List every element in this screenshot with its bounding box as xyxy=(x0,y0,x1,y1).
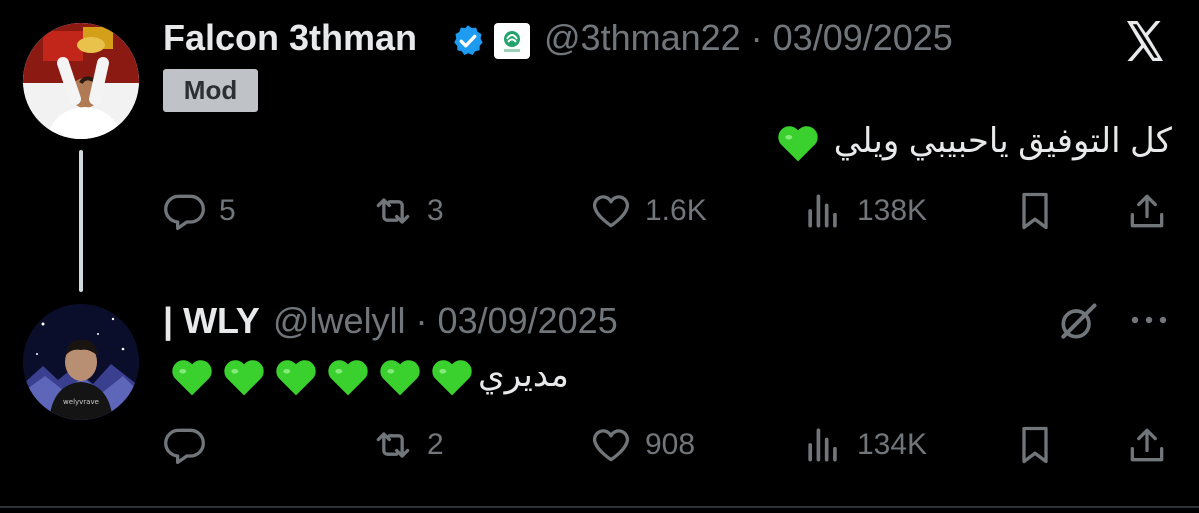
bookmark-button[interactable] xyxy=(1013,420,1057,470)
repost-icon xyxy=(376,198,410,224)
repost-count: 2 xyxy=(427,428,444,461)
handle-and-date[interactable]: @3thman22 · 03/09/2025 xyxy=(544,17,953,59)
tweet-text: مديري xyxy=(166,354,569,400)
reply-icon xyxy=(164,194,205,231)
views-count: 138K xyxy=(857,194,928,227)
reply-button[interactable]: 5 xyxy=(163,186,236,236)
avatar-image-falcon xyxy=(23,23,139,139)
thread-connector-line xyxy=(79,150,83,292)
verified-badge-icon xyxy=(454,25,483,55)
affiliate-badge-icon[interactable] xyxy=(494,23,530,59)
like-button[interactable]: 1.6K xyxy=(589,186,707,236)
reply-icon xyxy=(164,428,205,465)
handle-and-date[interactable]: @lwelyll · 03/09/2025 xyxy=(273,300,618,342)
like-button[interactable]: 908 xyxy=(589,420,695,470)
svg-text:welyvrave: welyvrave xyxy=(63,398,99,406)
green-heart-emoji xyxy=(380,360,420,396)
action-bar: 5 3 1.6K 138K xyxy=(163,186,1173,236)
avatar[interactable] xyxy=(23,23,139,139)
reply-count: 5 xyxy=(219,194,236,227)
avatar-image-wly: welyvrave xyxy=(23,304,139,420)
mod-tag: Mod xyxy=(163,69,258,112)
green-heart-emoji xyxy=(328,360,368,396)
tweet-text-content: كل التوفيق ياحبيبي ويلي xyxy=(833,121,1172,160)
reply-button[interactable] xyxy=(163,420,219,470)
like-icon xyxy=(592,429,630,462)
repost-button[interactable]: 3 xyxy=(371,186,444,236)
bookmark-icon xyxy=(1022,426,1048,464)
repost-icon xyxy=(376,432,410,458)
grok-icon[interactable] xyxy=(1056,300,1100,344)
green-heart-emoji xyxy=(224,360,264,396)
green-heart-emoji xyxy=(172,360,212,396)
like-count: 1.6K xyxy=(645,194,707,227)
views-icon xyxy=(808,428,837,462)
like-icon xyxy=(592,195,630,228)
avatar[interactable]: welyvrave xyxy=(23,304,139,420)
repost-button[interactable]: 2 xyxy=(371,420,444,470)
repost-count: 3 xyxy=(427,194,444,227)
author-name[interactable]: Falcon 3thman xyxy=(163,17,417,59)
views-button[interactable]: 134K xyxy=(801,420,927,470)
divider xyxy=(0,506,1199,508)
share-icon xyxy=(1130,194,1164,228)
views-button[interactable]: 138K xyxy=(801,186,927,236)
tweet-text-content: مديري xyxy=(478,355,569,394)
green-heart-emoji xyxy=(778,126,818,162)
tweet-text: كل التوفيق ياحبيبي ويلي xyxy=(772,120,1172,166)
like-count: 908 xyxy=(645,428,696,461)
bookmark-button[interactable] xyxy=(1013,186,1057,236)
author-name[interactable]: | WLY xyxy=(163,300,260,342)
share-button[interactable] xyxy=(1125,420,1169,470)
views-icon xyxy=(808,194,837,228)
green-heart-emoji xyxy=(276,360,316,396)
share-icon xyxy=(1130,428,1164,462)
bookmark-icon xyxy=(1022,192,1048,230)
more-button[interactable] xyxy=(1124,300,1174,340)
x-logo-icon[interactable] xyxy=(1121,17,1169,65)
more-icon xyxy=(1131,316,1167,324)
share-button[interactable] xyxy=(1125,186,1169,236)
action-bar: 2 908 134K xyxy=(163,420,1173,470)
views-count: 134K xyxy=(857,428,928,461)
green-heart-emoji xyxy=(432,360,472,396)
